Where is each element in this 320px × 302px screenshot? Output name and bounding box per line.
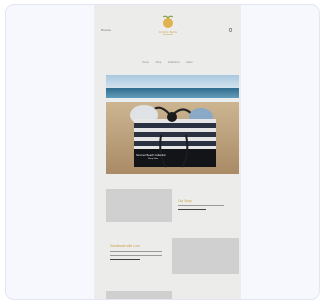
section-title-story: Our Story [178, 199, 192, 203]
nav-item-home[interactable]: Home [143, 61, 149, 64]
section-text-line [110, 251, 162, 253]
hero-caption: Summer Beach Collection [136, 154, 166, 157]
beach-bag-photo [106, 75, 239, 174]
hero-subcaption[interactable]: Shop Now [148, 158, 158, 160]
section-text-line [178, 205, 224, 207]
nav-item-shop[interactable]: Shop [156, 61, 162, 64]
section-title-handmade: Handmade with Love [110, 244, 140, 248]
nav-item-collections[interactable]: Collections [168, 61, 180, 64]
hero-image[interactable]: Summer Beach Collection Shop Now [106, 75, 239, 174]
section-text-line [178, 209, 206, 211]
nav-item-about[interactable]: About [186, 61, 192, 64]
header-left-label[interactable]: Browse [101, 28, 111, 32]
website-preview[interactable]: Browse COCO BAG Handmade Home Shop Colle… [94, 5, 241, 299]
section-text-line [110, 255, 162, 257]
main-nav: Home Shop Collections About [94, 61, 241, 64]
brand-logo[interactable]: COCO BAG Handmade [153, 15, 183, 45]
section-image-placeholder [106, 291, 172, 299]
brand-tagline: Handmade [163, 34, 173, 36]
coconut-logo-icon [162, 15, 174, 28]
section-image-placeholder [106, 189, 172, 222]
section-image-placeholder [172, 238, 239, 274]
section-text-line [110, 259, 140, 261]
preview-card: Browse COCO BAG Handmade Home Shop Colle… [5, 4, 320, 300]
cart-icon[interactable] [229, 28, 232, 32]
